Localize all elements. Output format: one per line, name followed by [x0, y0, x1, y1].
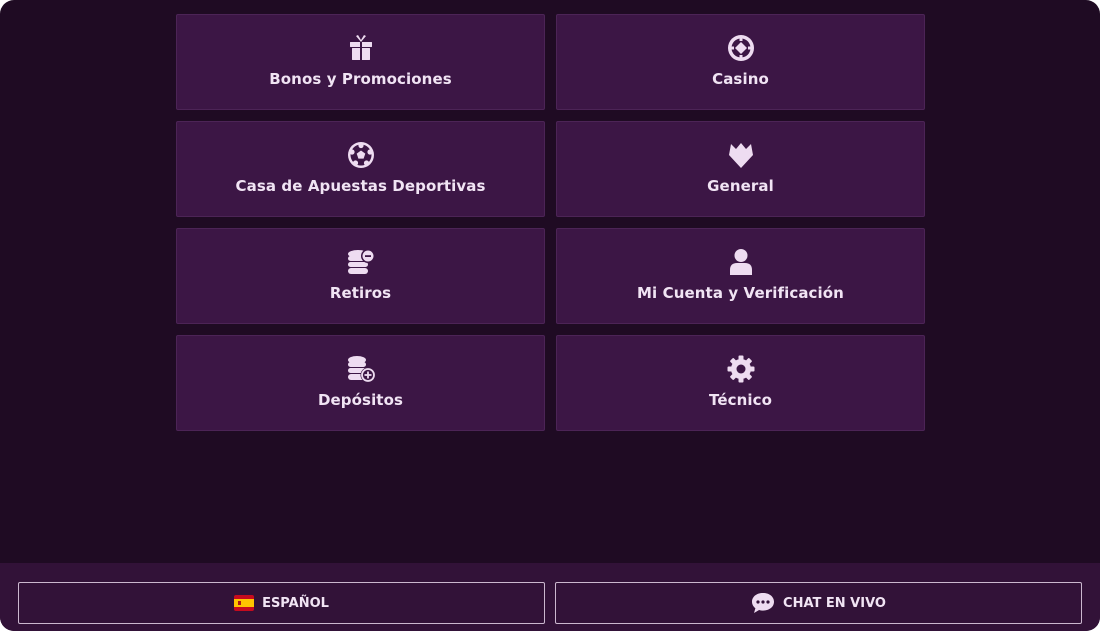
category-grid: Bonos y Promociones Casino Casa de Apues… — [176, 14, 925, 431]
spain-flag-icon — [234, 595, 255, 611]
category-card-bonos[interactable]: Bonos y Promociones — [176, 14, 545, 110]
chat-bubble-icon — [751, 592, 775, 614]
coins-minus-icon — [346, 247, 376, 277]
category-card-tecnico[interactable]: Técnico — [556, 335, 925, 431]
category-label: Casino — [712, 70, 769, 88]
category-label: Bonos y Promociones — [269, 70, 452, 88]
category-card-casino[interactable]: Casino — [556, 14, 925, 110]
casino-chip-icon — [726, 33, 756, 63]
category-label: General — [707, 177, 774, 195]
category-label: Retiros — [329, 284, 392, 302]
live-chat-button[interactable]: CHAT EN VIVO — [555, 582, 1082, 624]
category-label: Técnico — [708, 391, 773, 409]
category-card-retiros[interactable]: Retiros — [176, 228, 545, 324]
gift-icon — [346, 33, 376, 63]
category-card-general[interactable]: General — [556, 121, 925, 217]
gear-icon — [726, 354, 756, 384]
footer-bar: ESPAÑOL CHAT EN VIVO — [0, 563, 1100, 631]
category-card-depositos[interactable]: Depósitos — [176, 335, 545, 431]
soccer-ball-icon — [346, 140, 376, 170]
help-center-frame: Bonos y Promociones Casino Casa de Apues… — [0, 0, 1100, 631]
category-label: Casa de Apuestas Deportivas — [235, 177, 486, 195]
category-label: Depósitos — [317, 391, 404, 409]
diamond-crest-icon — [726, 140, 756, 170]
language-button[interactable]: ESPAÑOL — [18, 582, 545, 624]
category-label: Mi Cuenta y Verificación — [637, 284, 844, 302]
user-icon — [726, 247, 756, 277]
coins-plus-icon — [346, 354, 376, 384]
language-label: ESPAÑOL — [262, 595, 329, 611]
category-card-cuenta[interactable]: Mi Cuenta y Verificación — [556, 228, 925, 324]
chat-label: CHAT EN VIVO — [783, 595, 886, 611]
category-card-deportes[interactable]: Casa de Apuestas Deportivas — [176, 121, 545, 217]
